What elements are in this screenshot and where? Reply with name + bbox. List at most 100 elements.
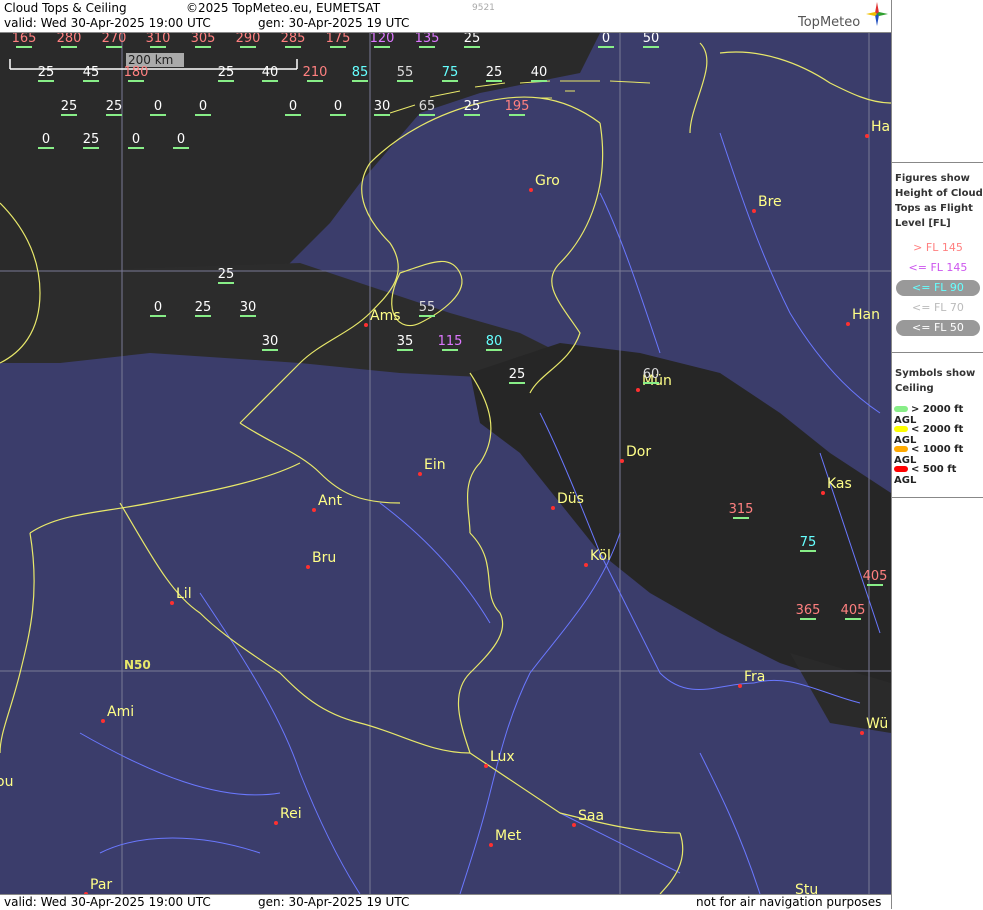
cloud-top-value: 180 — [124, 65, 149, 82]
legend-item: <= FL 90 — [896, 280, 980, 296]
city-lil: Lil — [170, 586, 192, 605]
cloud-top-label: 85 — [352, 65, 369, 80]
image-code: 9521 — [472, 3, 495, 13]
legend-item: <= FL 145 — [896, 260, 980, 276]
cloud-top-label: 30 — [240, 300, 257, 315]
cloud-top-label: 60 — [643, 367, 660, 382]
city-marker — [752, 209, 756, 213]
cloud-top-value: 25 — [61, 99, 78, 116]
city-ou: ou — [0, 774, 13, 790]
cloud-top-value: 75 — [800, 535, 816, 552]
cloud-top-value: 405 — [863, 569, 887, 586]
cloud-top-label: 45 — [83, 65, 100, 80]
cloud-top-value: 365 — [796, 603, 820, 620]
city-bru: Bru — [306, 550, 336, 569]
city-label: ou — [0, 774, 13, 790]
ceiling-swatch — [894, 406, 908, 412]
cloud-top-value: 85 — [352, 65, 369, 82]
city-gro: Gro — [529, 173, 560, 192]
legend-item: <= FL 50 — [896, 320, 980, 336]
city-label: Kas — [827, 476, 852, 492]
cloud-top-label: 0 — [334, 99, 342, 114]
cloud-top-label: 0 — [132, 132, 140, 147]
ceiling-legend-title: Symbols show Ceiling — [895, 368, 976, 394]
generated-time: gen: 30-Apr-2025 19 UTC — [258, 16, 410, 30]
cloud-top-value: 25 — [464, 33, 480, 48]
cloud-top-value: 30 — [240, 300, 257, 317]
cloud-top-label: 0 — [177, 132, 185, 147]
city-label: Bru — [312, 550, 336, 566]
cloud-top-value: 25 — [218, 65, 235, 82]
cloud-top-label: 315 — [729, 502, 754, 517]
city-marker — [529, 188, 533, 192]
city-label: Gro — [535, 173, 560, 189]
footer-generated-time: gen: 30-Apr-2025 19 UTC — [258, 895, 410, 909]
footer-valid-time: valid: Wed 30-Apr-2025 19:00 UTC — [4, 895, 211, 909]
cloud-top-label: 310 — [146, 33, 171, 46]
legend-sidebar: Figures show Height of Cloud Tops as Fli… — [891, 0, 983, 909]
cloud-top-value: 280 — [57, 33, 81, 48]
city-ant: Ant — [312, 493, 342, 512]
topmeteo-logo[interactable]: TopMeteo — [798, 15, 860, 30]
cloud-top-label: 135 — [415, 33, 440, 46]
city-label: Ams — [370, 308, 401, 324]
cloud-top-value: 405 — [841, 603, 866, 620]
cloud-top-label: 25 — [509, 367, 526, 382]
cloud-top-value: 25 — [464, 99, 480, 116]
cloud-top-label: 0 — [199, 99, 207, 114]
cloud-top-value: 45 — [83, 65, 100, 82]
cloud-top-label: 285 — [281, 33, 306, 46]
cloud-top-label: 25 — [218, 267, 235, 282]
map-title: Cloud Tops & Ceiling — [4, 1, 127, 15]
cloud-top-label: 30 — [262, 334, 279, 349]
map-canvas: GroBreHaAms HanMünDorEinKasAnt DüsKölBruLi… — [0, 33, 891, 894]
city-label: Rei — [280, 806, 302, 822]
city-marker — [846, 322, 850, 326]
city-marker — [170, 601, 174, 605]
cloud-top-label: 25 — [106, 99, 123, 114]
cloud-mass-east — [470, 343, 891, 703]
city-bre: Bre — [752, 194, 782, 213]
cloud-top-value: 315 — [729, 502, 754, 519]
cloud-top-value: 50 — [643, 33, 660, 48]
cloud-top-value: 40 — [531, 65, 547, 82]
cloud-top-label: 120 — [370, 33, 395, 46]
cloud-top-value: 115 — [438, 334, 462, 351]
cloud-top-value: 80 — [486, 334, 502, 351]
map-area[interactable]: Gro Bre Ha Ams Han Mün Dor Ein Kas Ant Düs Köl Bru Li… — [0, 33, 891, 894]
cloud-top-label: 405 — [841, 603, 866, 618]
city-label: Ein — [424, 457, 446, 473]
city-marker — [620, 459, 624, 463]
cloud-top-label: 30 — [374, 99, 391, 114]
city-marker — [821, 491, 825, 495]
city-label: Met — [495, 828, 522, 844]
ceiling-legend-item: < 500 ft AGL — [894, 464, 982, 486]
cloud-top-label: 180 — [124, 65, 149, 80]
legend-separator-top — [892, 162, 983, 163]
cloud-top-label: 25 — [38, 65, 55, 80]
cloud-top-value: 210 — [303, 65, 327, 82]
cloud-top-value: 25 — [38, 65, 55, 82]
cloud-top-value: 285 — [281, 33, 306, 48]
ceiling-swatch — [894, 426, 908, 432]
cloud-top-label: 75 — [442, 65, 459, 80]
cloud-top-value: 35 — [397, 334, 413, 351]
city-marker — [584, 563, 588, 567]
cloud-mass-center — [0, 263, 560, 378]
ceiling-legend-item: > 2000 ft AGL — [894, 404, 982, 426]
legend-separator-mid — [892, 352, 983, 353]
city-label: Ha — [871, 119, 890, 135]
cloud-top-value: 135 — [415, 33, 440, 48]
city-label: Lux — [490, 749, 515, 765]
cloud-top-value: 290 — [236, 33, 260, 48]
scale-label: 200 km — [128, 53, 174, 67]
cloud-top-value: 30 — [262, 334, 279, 351]
cloud-top-value: 175 — [326, 33, 350, 48]
cloud-top-label: 25 — [218, 65, 235, 80]
cloud-top-value: 40 — [262, 65, 278, 82]
footer-disclaimer: not for air navigation purposes — [696, 895, 882, 909]
ceiling-legend-item: < 1000 ft AGL — [894, 444, 982, 466]
legend-item: > FL 145 — [896, 240, 980, 256]
cloud-top-label: 50 — [643, 33, 660, 46]
cloud-top-label: 25 — [61, 99, 78, 114]
